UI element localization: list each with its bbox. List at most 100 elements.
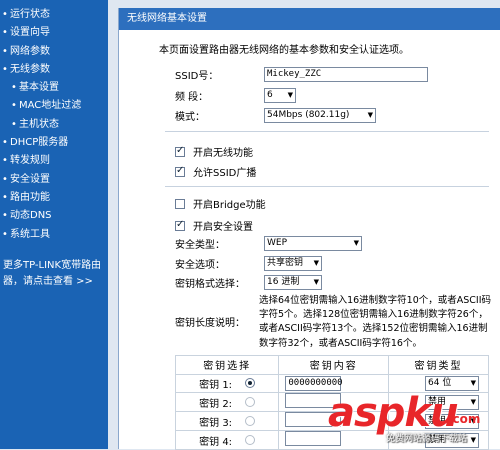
key-table-header: 密钥选择 密钥内容 密钥类型: [174, 355, 489, 375]
bullet-icon: •: [2, 63, 8, 75]
sidebar-item-ddns[interactable]: • 动态DNS: [0, 207, 108, 225]
sidebar-item-system-tools[interactable]: • 系统工具: [0, 226, 108, 244]
security-option-select[interactable]: 共享密钥 ▼: [264, 256, 322, 271]
key-label: 密钥 4:: [199, 436, 233, 448]
sidebar-item-wireless[interactable]: • 无线参数: [0, 61, 108, 79]
ssid-broadcast-row: 允许SSID广播: [175, 164, 256, 179]
chevron-down-icon: ▼: [287, 91, 293, 99]
mode-value: 54Mbps (802.11g): [267, 110, 350, 120]
enable-wireless-label: 开启无线功能: [193, 148, 253, 159]
key-format-row: 密钥格式选择： 16 进制 ▼: [175, 275, 322, 290]
watermark-logo: aspku .com 免费网站源码下载站: [328, 390, 500, 449]
sidebar-menu: • 运行状态 • 设置向导 • 网络参数 • 无线参数 • 基本设置 • MAC地址过滤 •…: [0, 0, 108, 244]
bullet-icon: •: [2, 191, 8, 203]
key-format-label: 密钥格式选择：: [175, 279, 245, 290]
security-option-value: 共享密钥: [267, 258, 304, 268]
sidebar-item-dhcp[interactable]: • DHCP服务器: [0, 134, 108, 152]
sidebar-nav: • 运行状态 • 设置向导 • 网络参数 • 无线参数 • 基本设置 • MAC地址过滤 •…: [0, 0, 108, 449]
ssid-row: SSID号： Mickey_ZZC: [175, 67, 428, 82]
chevron-down-icon: ▼: [367, 111, 373, 119]
bullet-icon: •: [2, 228, 8, 240]
sidebar-subitem-mac-filter[interactable]: • MAC地址过滤: [0, 97, 108, 115]
promo-line-2: 器，请点击查看 >>: [3, 276, 93, 287]
divider: [165, 131, 489, 132]
more-products-link[interactable]: 更多TP-LINK宽带路由 器，请点击查看 >>: [3, 258, 107, 290]
security-enable-label: 开启安全设置: [193, 222, 253, 233]
chevron-down-icon: ▼: [353, 239, 359, 247]
sidebar-item-wizard[interactable]: • 设置向导: [0, 24, 108, 42]
bullet-icon: •: [11, 82, 17, 94]
ssid-broadcast-checkbox[interactable]: [175, 165, 185, 177]
bullet-icon: •: [2, 173, 8, 185]
ssid-label: SSID号：: [175, 71, 219, 82]
key-length-label: 密钥长度说明：: [175, 318, 245, 329]
sidebar-item-forwarding[interactable]: • 转发规则: [0, 152, 108, 170]
security-enable-row: 开启安全设置: [175, 218, 253, 233]
chevron-down-icon: ▼: [313, 259, 319, 267]
bullet-icon: •: [11, 100, 17, 112]
key-1-radio[interactable]: [245, 377, 256, 388]
key-4-radio[interactable]: [245, 434, 256, 445]
header-key-type: 密钥类型: [388, 355, 489, 375]
promo-line-1: 更多TP-LINK宽带路由: [3, 260, 102, 271]
sidebar-item-security[interactable]: • 安全设置: [0, 171, 108, 189]
channel-select[interactable]: 6 ▼: [264, 88, 296, 103]
security-enable-checkbox[interactable]: [175, 219, 185, 231]
key-1-type-select[interactable]: 64 位 ▼: [425, 375, 480, 391]
enable-wireless-checkbox[interactable]: [175, 145, 185, 157]
sidebar-subitem-host-status[interactable]: • 主机状态: [0, 116, 108, 134]
key-1-type-value: 64 位: [428, 377, 452, 388]
security-option-row: 安全选项： 共享密钥 ▼: [175, 256, 322, 271]
key-label: 密钥 2:: [199, 398, 233, 410]
bullet-icon: •: [11, 118, 17, 130]
security-type-value: WEP: [267, 238, 288, 248]
key-2-radio[interactable]: [245, 396, 256, 407]
header-key-content: 密钥内容: [278, 355, 390, 375]
enable-wireless-row: 开启无线功能: [175, 144, 253, 159]
page-description: 本页面设置路由器无线网络的基本参数和安全认证选项。: [159, 45, 409, 56]
bridge-checkbox[interactable]: [175, 198, 185, 209]
header-key-select: 密钥选择: [174, 355, 280, 375]
key-format-value: 16 进制: [267, 277, 300, 287]
watermark-slogan: 免费网站源码下载站: [386, 434, 468, 444]
watermark-dotcom: .com: [448, 412, 481, 426]
security-type-row: 安全类型： WEP ▼: [175, 236, 362, 251]
security-type-label: 安全类型：: [175, 240, 225, 251]
key-length-hint: 选择64位密钥需输入16进制数字符10个，或者ASCII码字符5个。选择128位…: [259, 295, 492, 349]
key-select-cell: 密钥 1:: [174, 373, 280, 393]
ssid-input[interactable]: Mickey_ZZC: [264, 67, 428, 82]
key-3-radio[interactable]: [245, 415, 256, 426]
divider: [165, 186, 489, 187]
bullet-icon: •: [2, 155, 8, 167]
channel-value: 6: [267, 90, 273, 100]
bullet-icon: •: [2, 210, 8, 222]
bridge-label: 开启Bridge功能: [193, 200, 266, 211]
security-option-label: 安全选项：: [175, 260, 225, 271]
security-type-select[interactable]: WEP ▼: [264, 236, 362, 251]
ssid-broadcast-label: 允许SSID广播: [193, 168, 257, 179]
bullet-icon: •: [2, 45, 8, 57]
watermark-brand: aspku: [328, 390, 459, 436]
sidebar-item-status[interactable]: • 运行状态: [0, 6, 108, 24]
sidebar-item-routing[interactable]: • 路由功能: [0, 189, 108, 207]
bridge-row: 开启Bridge功能: [175, 196, 266, 211]
sidebar-subitem-basic[interactable]: • 基本设置: [0, 79, 108, 97]
bullet-icon: •: [2, 27, 8, 39]
key-select-cell: 密钥 2:: [174, 392, 280, 412]
mode-select[interactable]: 54Mbps (802.11g) ▼: [264, 108, 376, 123]
mode-label: 模式：: [175, 112, 205, 123]
channel-row: 频 段： 6 ▼: [175, 88, 296, 103]
mode-row: 模式： 54Mbps (802.11g) ▼: [175, 108, 376, 123]
chevron-down-icon: ▼: [470, 378, 477, 387]
key-select-cell: 密钥 3:: [174, 411, 280, 431]
settings-panel: 无线网络基本设置 本页面设置路由器无线网络的基本参数和安全认证选项。 SSID号…: [118, 8, 500, 450]
key-format-select[interactable]: 16 进制 ▼: [264, 275, 322, 290]
sidebar-item-network[interactable]: • 网络参数: [0, 43, 108, 61]
key-select-cell: 密钥 4:: [174, 430, 280, 450]
channel-label: 频 段：: [175, 92, 209, 103]
bullet-icon: •: [2, 137, 8, 149]
chevron-down-icon: ▼: [313, 278, 319, 286]
key-1-input[interactable]: 0000000000: [285, 375, 343, 391]
key-length-row: 密钥长度说明：: [175, 314, 245, 329]
bullet-icon: •: [2, 9, 8, 20]
